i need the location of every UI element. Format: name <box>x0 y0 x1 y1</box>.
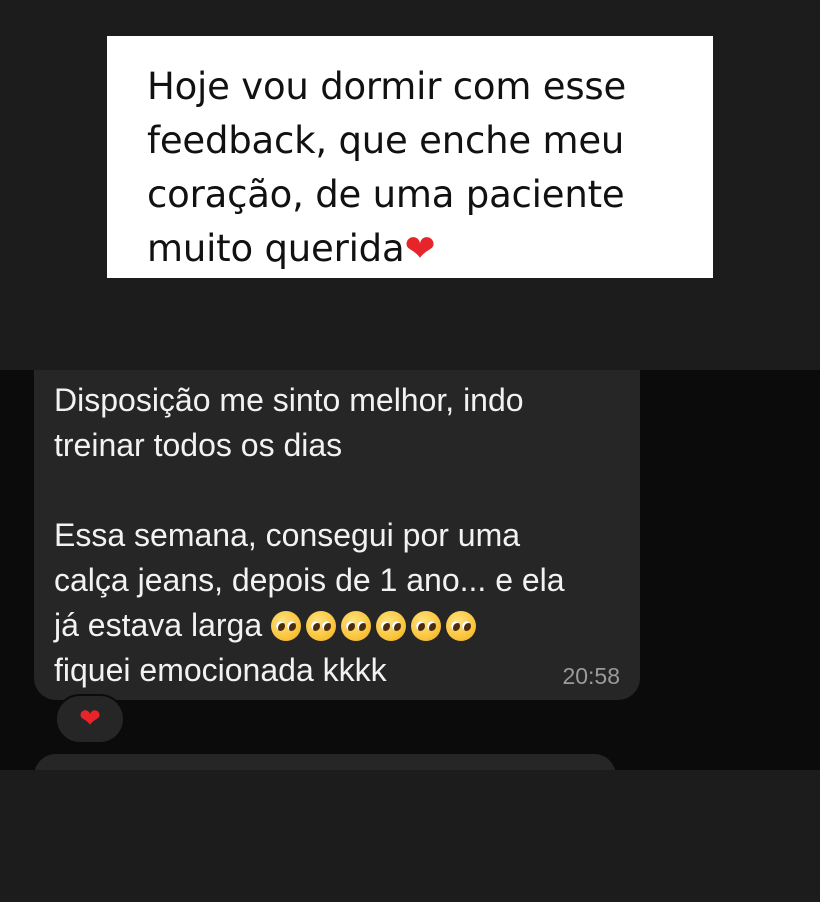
pleading-face-icon <box>341 611 372 641</box>
pleading-face-icon <box>271 611 302 641</box>
reaction-badge[interactable]: ❤ <box>55 694 125 744</box>
caption-line: muito querida❤ <box>147 222 693 276</box>
caption-card: Hoje vou dormir com esse feedback, que e… <box>107 36 713 278</box>
message-line: fiquei emocionada kkkk <box>54 652 387 688</box>
message-text: Disposição me sinto melhor, indo treinar … <box>54 378 614 693</box>
caption-line-text: muito querida <box>147 227 405 270</box>
message-line: calça jeans, depois de 1 ano... e ela <box>54 562 565 598</box>
caption-line: feedback, que enche meu <box>147 119 625 162</box>
message-bubble[interactable]: Disposição me sinto melhor, indo treinar … <box>34 370 640 700</box>
pleading-face-icon <box>306 611 337 641</box>
caption-line: Hoje vou dormir com esse <box>147 65 627 108</box>
heart-emoji-icon: ❤ <box>404 227 436 270</box>
message-timestamp: 20:58 <box>562 663 620 689</box>
story-top-band: Hoje vou dormir com esse feedback, que e… <box>0 0 820 370</box>
message-line-text: já estava larga <box>54 607 263 643</box>
heart-icon: ❤ <box>79 704 101 734</box>
caption-text: Hoje vou dormir com esse feedback, que e… <box>147 60 693 276</box>
caption-line: coração, de uma paciente <box>147 173 625 216</box>
message-line: Disposição me sinto melhor, indo <box>54 382 524 418</box>
chat-screenshot: Disposição me sinto melhor, indo treinar … <box>0 370 820 784</box>
message-line: Essa semana, consegui por uma <box>54 517 521 553</box>
message-line: já estava larga <box>54 603 614 648</box>
pleading-face-icon <box>446 611 477 641</box>
message-line: treinar todos os dias <box>54 427 343 463</box>
pleading-face-icon <box>411 611 442 641</box>
pleading-face-icon <box>376 611 407 641</box>
story-bottom-band <box>0 770 820 902</box>
